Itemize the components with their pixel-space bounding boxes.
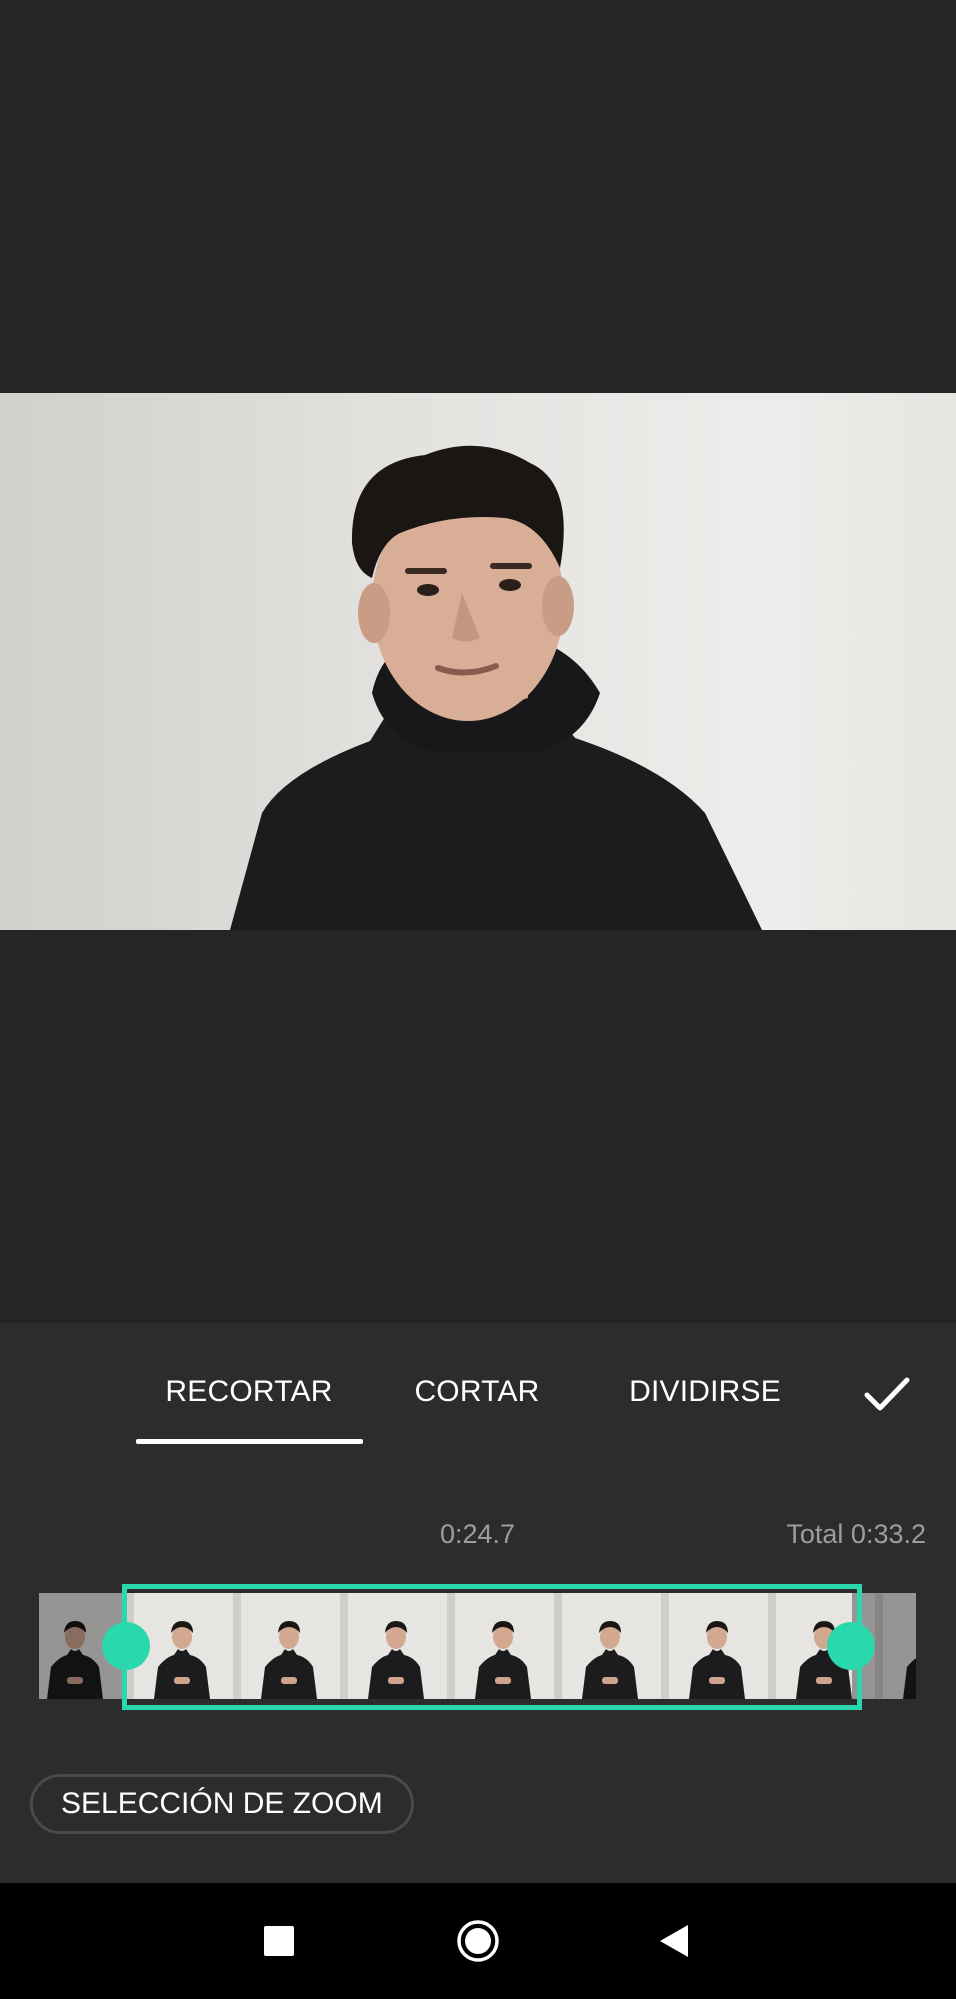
- circle-icon: [457, 1920, 499, 1962]
- video-preview[interactable]: [0, 393, 956, 930]
- active-tab-indicator: [136, 1439, 363, 1444]
- tab-trim[interactable]: RECORTAR: [136, 1367, 362, 1417]
- tab-split[interactable]: DIVIDIRSE: [620, 1367, 790, 1417]
- video-trim-screen: RECORTAR CORTAR DIVIDIRSE 0:24.7 Total 0…: [0, 0, 956, 1999]
- trim-panel: RECORTAR CORTAR DIVIDIRSE 0:24.7 Total 0…: [0, 1323, 956, 1883]
- system-navigation-bar: [0, 1883, 956, 1999]
- tab-cut[interactable]: CORTAR: [404, 1367, 550, 1417]
- trim-start-handle[interactable]: [102, 1622, 150, 1670]
- confirm-button[interactable]: [856, 1363, 918, 1425]
- trim-selection-frame[interactable]: [122, 1584, 862, 1710]
- home-button[interactable]: [444, 1907, 512, 1975]
- zoom-selection-button[interactable]: SELECCIÓN DE ZOOM: [30, 1774, 414, 1834]
- back-button[interactable]: [640, 1907, 708, 1975]
- video-frame-person: [0, 393, 956, 930]
- triangle-back-icon: [660, 1925, 688, 1957]
- current-time: 0:24.7: [439, 1519, 516, 1549]
- preview-area: [0, 0, 956, 1323]
- checkmark-icon: [864, 1377, 910, 1411]
- recents-button[interactable]: [245, 1907, 313, 1975]
- square-icon: [264, 1926, 294, 1956]
- trim-end-handle[interactable]: [827, 1622, 875, 1670]
- total-duration: Total 0:33.2: [786, 1519, 926, 1549]
